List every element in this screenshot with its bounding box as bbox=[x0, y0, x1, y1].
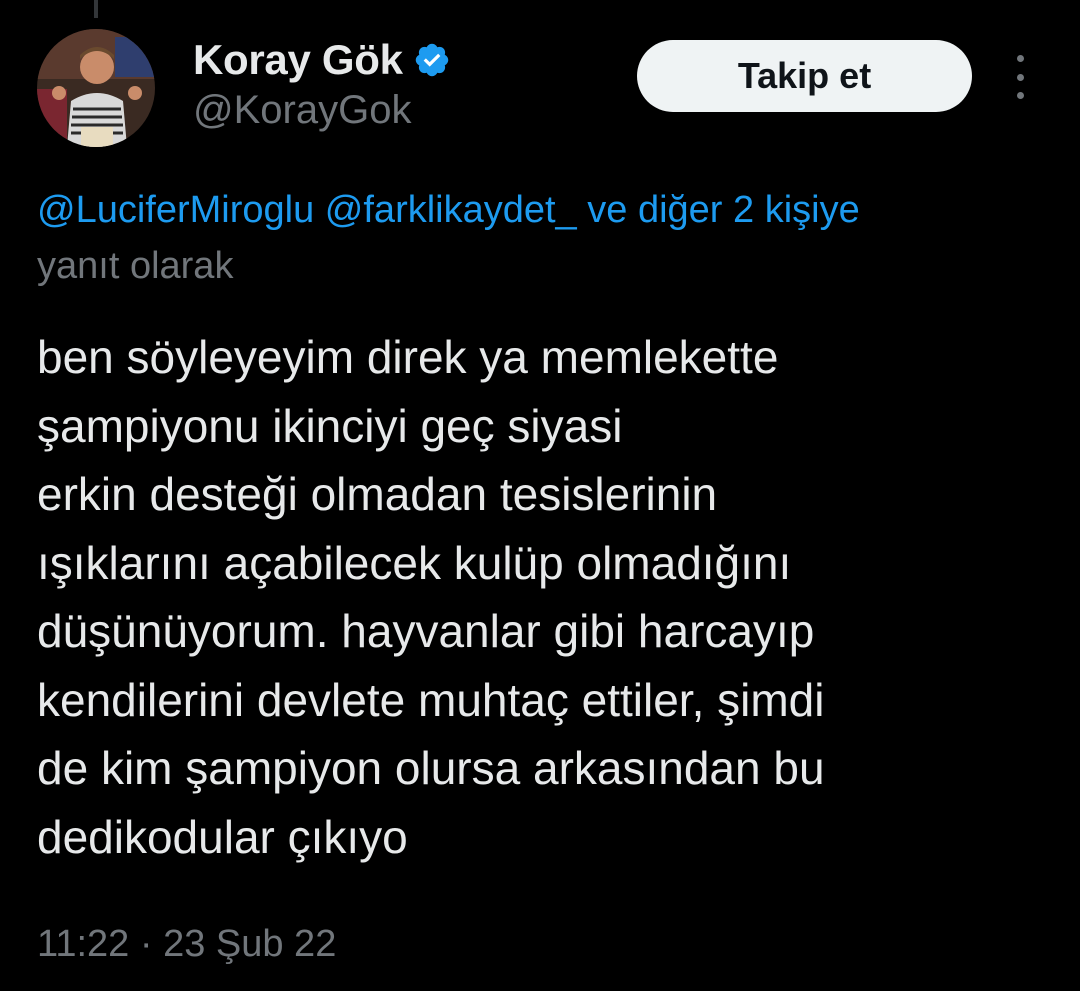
more-dot bbox=[1016, 73, 1024, 81]
thread-connector-line bbox=[94, 0, 98, 18]
more-dot bbox=[1016, 92, 1024, 99]
reply-others-link[interactable]: ve diğer 2 kişiye bbox=[587, 189, 859, 231]
tweet-author: Koray Gök @KorayGok bbox=[193, 34, 451, 133]
tweet-date: 23 Şub 22 bbox=[163, 923, 337, 965]
tweet-timestamp[interactable]: 11:22 · 23 Şub 22 bbox=[37, 918, 336, 970]
tweet-time: 11:22 bbox=[37, 923, 130, 965]
tweet-text: ben söyleyeyim direk ya memlekette şampi… bbox=[37, 331, 825, 863]
reply-mention-2[interactable]: @farklikaydet_ bbox=[325, 189, 577, 231]
more-options-icon[interactable] bbox=[1004, 55, 1036, 99]
avatar-image bbox=[37, 29, 155, 147]
author-name-row: Koray Gök bbox=[193, 34, 451, 86]
reply-context-suffix: yanıt olarak bbox=[37, 245, 234, 287]
reply-context: @LuciferMiroglu @farklikaydet_ ve diğer … bbox=[37, 182, 1047, 294]
author-handle[interactable]: @KorayGok bbox=[193, 88, 451, 133]
meta-separator: · bbox=[139, 923, 153, 965]
verified-badge-icon[interactable] bbox=[413, 41, 451, 79]
avatar[interactable] bbox=[37, 29, 155, 147]
follow-button[interactable]: Takip et bbox=[637, 40, 972, 112]
more-dot bbox=[1016, 55, 1024, 62]
author-display-name[interactable]: Koray Gök bbox=[193, 36, 403, 84]
reply-mention-1[interactable]: @LuciferMiroglu bbox=[37, 189, 314, 231]
